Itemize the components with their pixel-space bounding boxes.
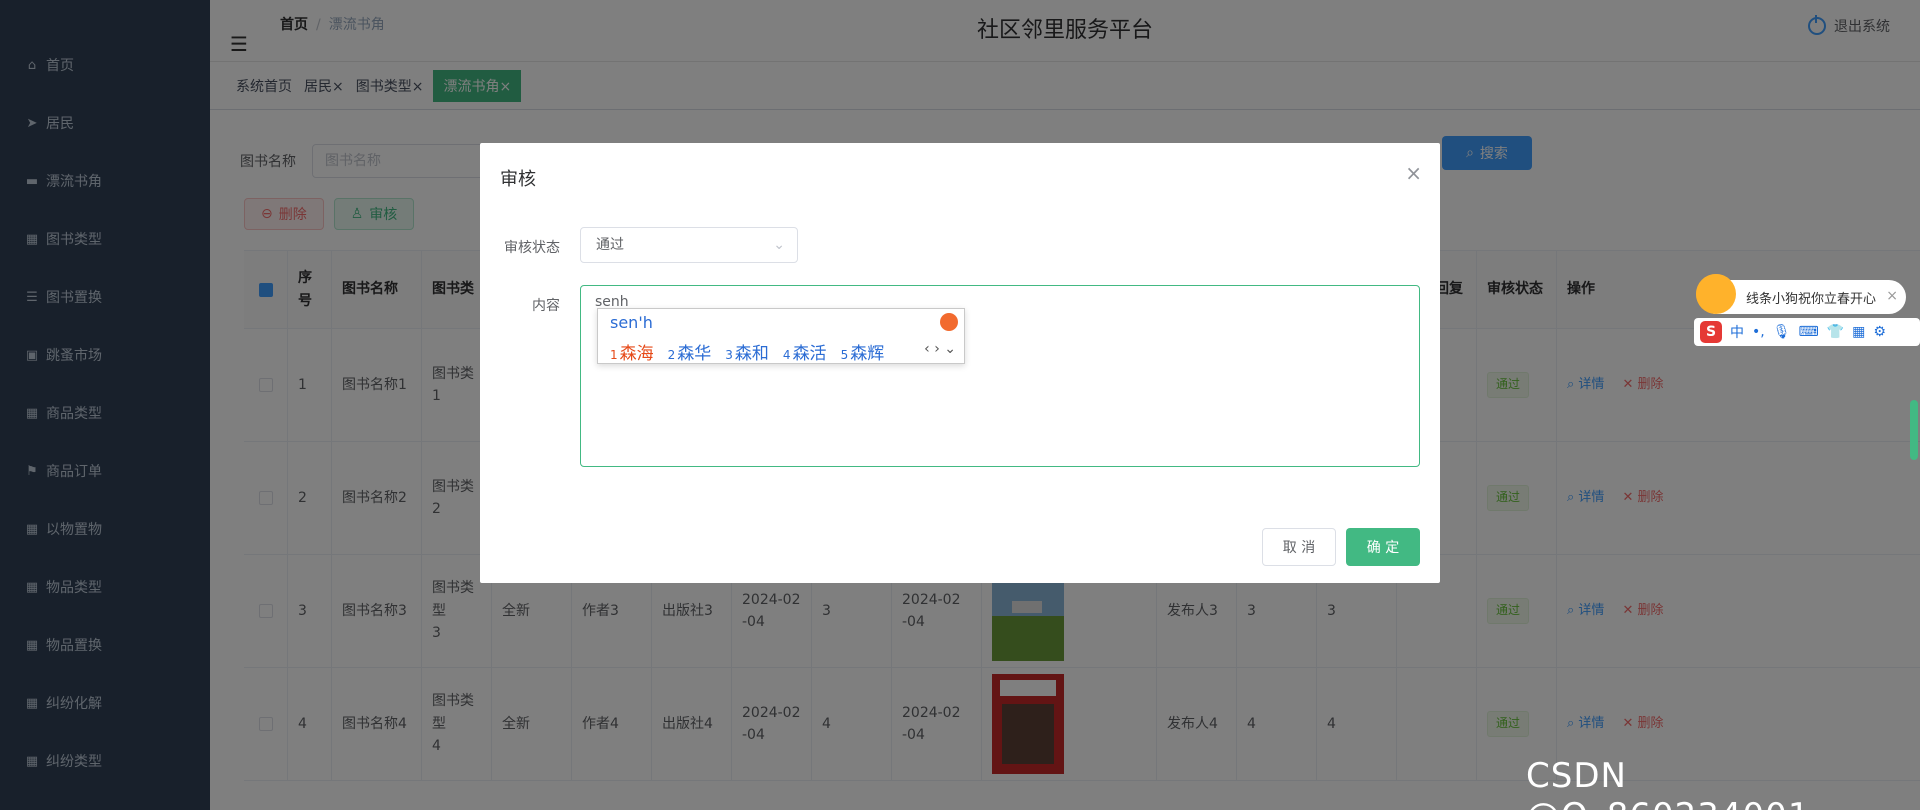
ime-candidates: 1 森海 2 森华 3 森和 4 森活 5 森辉 xyxy=(610,339,884,364)
candidate-number: 1 xyxy=(610,348,618,362)
ime-candidate[interactable]: 1 森海 xyxy=(610,339,654,364)
settings-icon[interactable]: ⚙ xyxy=(1873,324,1886,340)
close-icon[interactable]: × xyxy=(1886,288,1898,304)
ime-candidate[interactable]: 2 森华 xyxy=(668,339,712,364)
ime-toolbar: S 中 •, 🎙 ⌨ 👕 ▦ ⚙ xyxy=(1694,318,1920,346)
candidate-number: 4 xyxy=(782,348,791,362)
ime-lang-toggle[interactable]: 中 xyxy=(1730,322,1744,342)
audit-status-select[interactable]: 通过 ⌄ xyxy=(580,227,798,263)
candidate-text: 森活 xyxy=(792,344,827,364)
candidate-number: 2 xyxy=(667,348,676,362)
candidate-number: 5 xyxy=(840,348,849,362)
confirm-button[interactable]: 确 定 xyxy=(1346,528,1420,566)
microphone-icon[interactable]: 🎙 xyxy=(1773,324,1791,340)
candidate-text: 森海 xyxy=(619,344,654,364)
ime-candidate[interactable]: 5 森辉 xyxy=(841,339,885,364)
candidate-text: 森和 xyxy=(734,344,769,364)
ime-candidate[interactable]: 3 森和 xyxy=(725,339,769,364)
candidate-number: 3 xyxy=(725,348,733,362)
status-field-label: 审核状态 xyxy=(504,240,560,256)
watermark: CSDN @Q_860234001 xyxy=(1526,756,1809,810)
dialog-title: 审核 xyxy=(500,169,536,190)
tip-text: 线条小狗祝你立春开心 xyxy=(1746,291,1877,307)
sogou-logo-icon[interactable]: S xyxy=(1700,321,1722,343)
candidate-text: 森辉 xyxy=(850,344,885,364)
toolbox-icon[interactable]: ▦ xyxy=(1852,324,1865,340)
skin-icon[interactable]: 👕 xyxy=(1827,324,1844,340)
ime-page-nav[interactable]: ‹ › ⌄ xyxy=(924,341,956,357)
keyboard-icon[interactable]: ⌨ xyxy=(1799,324,1819,340)
close-icon[interactable]: × xyxy=(1405,161,1422,185)
chevron-down-icon: ⌄ xyxy=(773,237,785,253)
content-field-label: 内容 xyxy=(532,298,560,314)
punctuation-icon[interactable]: •, xyxy=(1752,324,1765,340)
candidate-text: 森华 xyxy=(677,344,712,364)
ime-logo-icon xyxy=(940,313,958,331)
ime-pinyin: sen'h xyxy=(610,313,653,332)
select-value: 通过 xyxy=(596,237,624,253)
ime-candidate[interactable]: 4 森活 xyxy=(783,339,827,364)
scrollbar[interactable] xyxy=(1910,400,1918,460)
ime-candidate-window: sen'h 1 森海 2 森华 3 森和 4 森活 5 森辉 ‹ › ⌄ xyxy=(597,308,965,364)
sun-mascot-icon xyxy=(1696,274,1736,314)
cancel-button[interactable]: 取 消 xyxy=(1262,528,1336,566)
